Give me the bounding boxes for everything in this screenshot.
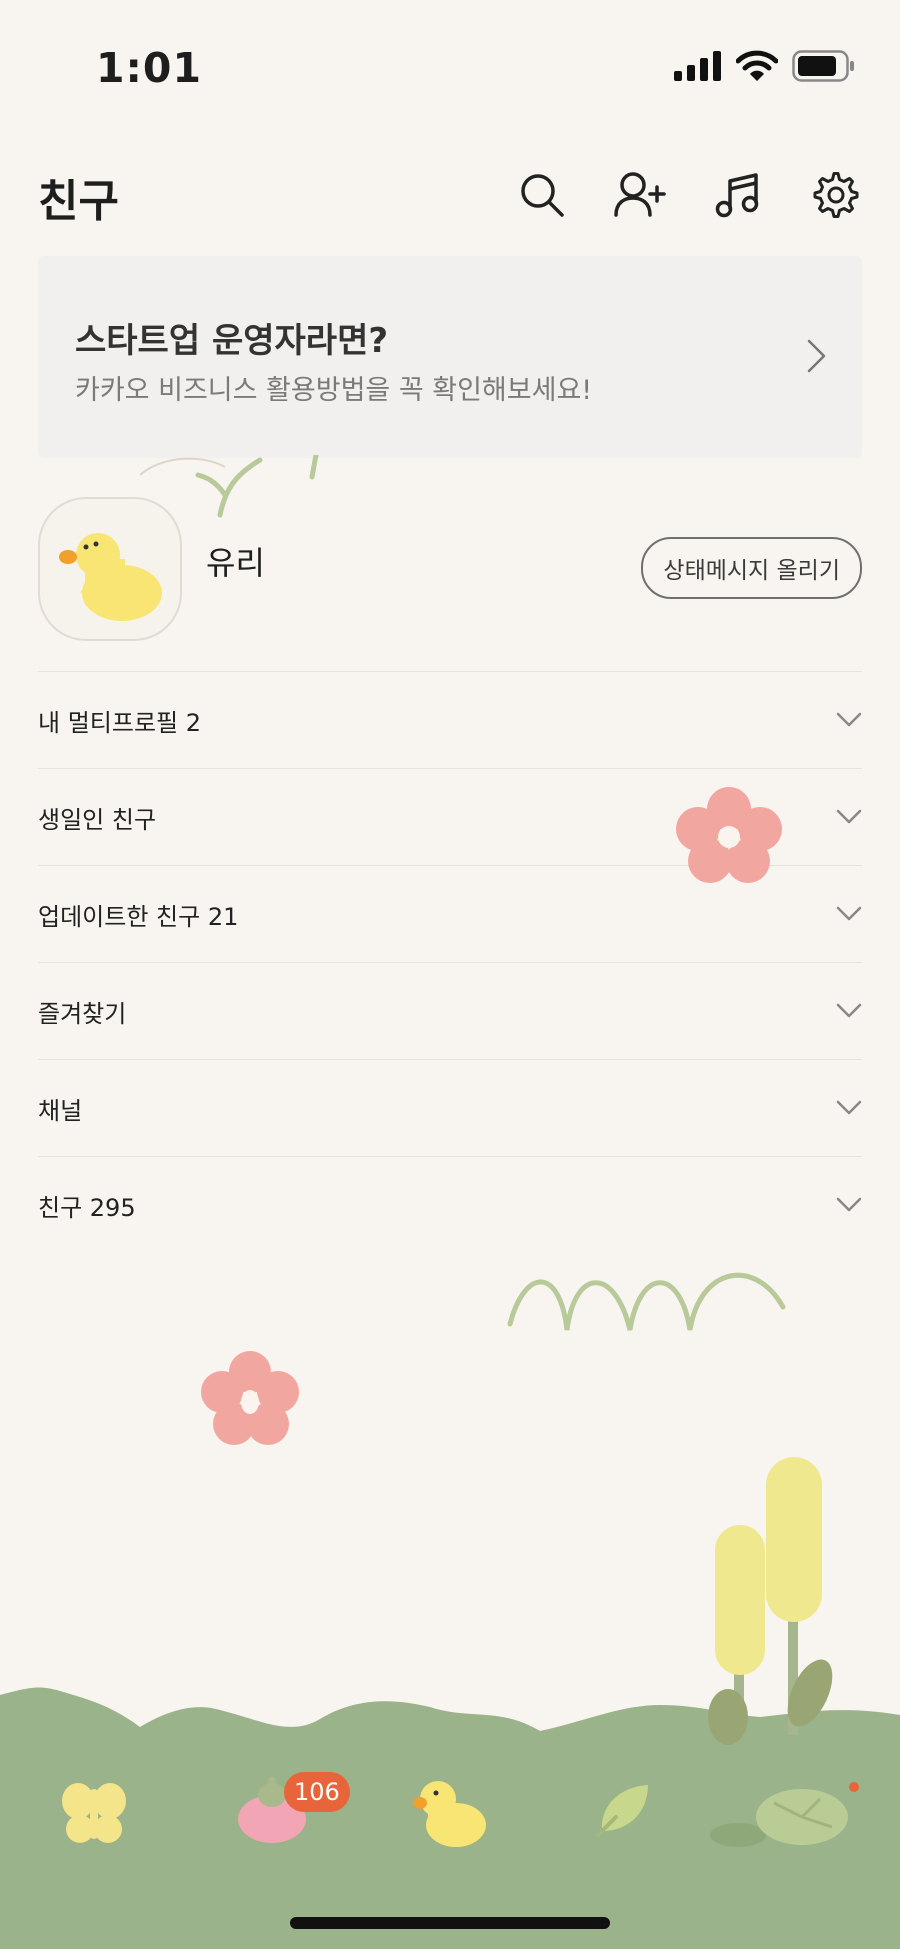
search-button[interactable] — [512, 165, 572, 225]
wifi-icon — [736, 50, 778, 81]
leaf-icon — [596, 1785, 648, 1837]
gear-icon — [813, 172, 859, 218]
friend-sections-list: 내 멀티프로필 2 생일인 친구 업데이트한 친구 21 즐겨찾기 채널 친구 … — [38, 671, 862, 1253]
signal-icon — [674, 51, 721, 81]
tab-shopping[interactable] — [596, 1781, 652, 1841]
section-friends[interactable]: 친구 295 — [38, 1156, 862, 1253]
chevron-down-icon — [836, 1003, 862, 1018]
section-multi-profile[interactable]: 내 멀티프로필 2 — [38, 671, 862, 768]
search-icon — [521, 174, 564, 217]
home-indicator — [290, 1917, 610, 1929]
tab-friends[interactable] — [60, 1775, 128, 1851]
music-button[interactable] — [708, 165, 768, 225]
add-friend-icon — [614, 172, 666, 217]
add-friend-button[interactable] — [610, 165, 670, 225]
section-channels[interactable]: 채널 — [38, 1059, 862, 1156]
lily-pad-icon — [756, 1782, 859, 1845]
settings-button[interactable] — [806, 165, 866, 225]
duck-icon — [413, 1781, 486, 1847]
duck-avatar-icon — [59, 533, 162, 621]
promo-banner[interactable]: 스타트업 운영자라면? 카카오 비즈니스 활용방법을 꼭 확인해보세요! — [38, 256, 862, 458]
section-label: 채널 — [38, 1096, 83, 1125]
section-label: 내 멀티프로필 2 — [38, 708, 202, 737]
section-label: 생일인 친구 — [38, 805, 157, 834]
section-favorites[interactable]: 즐겨찾기 — [38, 962, 862, 1059]
tab-view[interactable] — [410, 1771, 488, 1853]
battery-icon — [792, 50, 854, 82]
avatar[interactable] — [38, 497, 182, 641]
page-title: 친구 — [38, 176, 119, 227]
chevron-down-icon — [836, 712, 862, 727]
tab-more[interactable] — [754, 1777, 864, 1851]
chevron-down-icon — [836, 1197, 862, 1212]
header-actions — [512, 165, 866, 225]
cattail-decoration — [708, 1457, 833, 1745]
flower-decoration — [676, 787, 782, 883]
chevron-down-icon — [836, 906, 862, 921]
flower-decoration — [201, 1351, 299, 1445]
chats-unread-badge: 106 — [284, 1772, 350, 1812]
status-icons — [674, 50, 856, 82]
banner-subtitle: 카카오 비즈니스 활용방법을 꼭 확인해보세요! — [75, 375, 593, 406]
banner-title: 스타트업 운영자라면? — [75, 321, 389, 361]
section-label: 업데이트한 친구 21 — [38, 902, 239, 931]
chevron-down-icon — [836, 809, 862, 824]
chevron-right-icon — [807, 339, 826, 373]
section-label: 즐겨찾기 — [38, 999, 127, 1028]
tab-bar — [0, 1755, 900, 1865]
post-status-message-button[interactable]: 상태메시지 올리기 — [641, 537, 862, 599]
butterfly-icon — [62, 1783, 126, 1843]
section-label: 친구 295 — [38, 1193, 136, 1222]
music-icon — [715, 173, 759, 218]
profile-name[interactable]: 유리 — [206, 538, 265, 584]
chevron-down-icon — [836, 1100, 862, 1115]
grass-decoration — [507, 1272, 786, 1331]
status-time: 1:01 — [96, 44, 202, 92]
